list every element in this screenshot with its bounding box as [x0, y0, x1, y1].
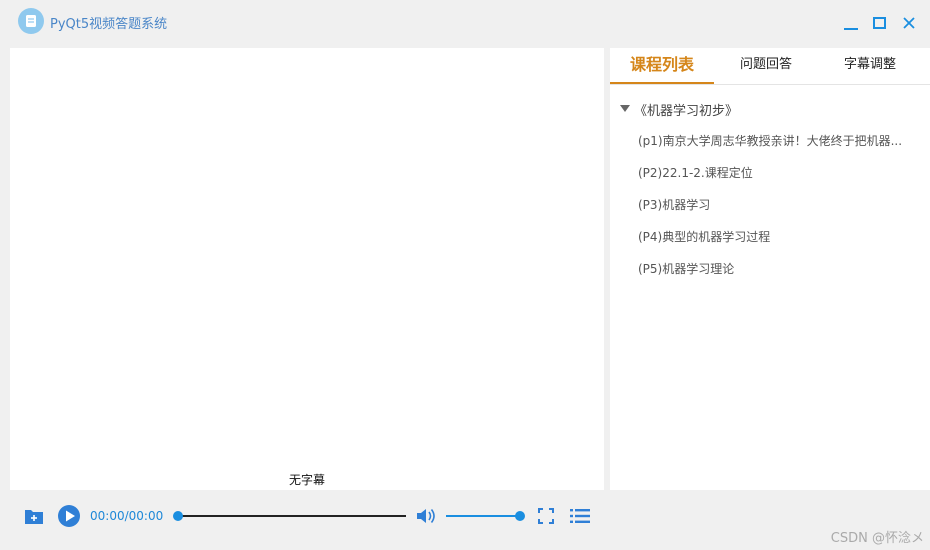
playlist-icon[interactable] — [570, 508, 590, 528]
player-controls: 00:00/00:00 CSDN @怀淰メ — [0, 492, 930, 550]
progress-bar[interactable] — [178, 515, 406, 517]
tree-expand-icon[interactable] — [620, 102, 630, 117]
play-icon[interactable] — [57, 504, 81, 532]
window-title: PyQt5视频答题系统 — [50, 17, 168, 32]
title-bar: PyQt5视频答题系统 — [0, 0, 930, 46]
app-logo-icon — [18, 8, 44, 34]
maximize-icon[interactable] — [869, 12, 891, 34]
course-tree-root[interactable]: 《机器学习初步》 — [620, 100, 738, 119]
episode-item[interactable]: (P4)典型的机器学习过程 — [638, 228, 903, 245]
time-display: 00:00/00:00 — [90, 509, 164, 523]
tab-subtitle-adjust[interactable]: 字幕调整 — [818, 48, 922, 82]
close-icon[interactable] — [898, 12, 920, 34]
episode-item[interactable]: (P3)机器学习 — [638, 196, 903, 213]
video-display[interactable]: 无字幕 — [10, 48, 604, 490]
volume-icon[interactable] — [415, 506, 437, 530]
folder-add-icon[interactable] — [24, 507, 44, 529]
volume-slider[interactable] — [446, 515, 520, 517]
episode-item[interactable]: (p1)南京大学周志华教授亲讲！大佬终于把机器... — [638, 132, 903, 149]
side-panel: 课程列表 问题回答 字幕调整 《机器学习初步》 (p1)南京大学周志华教授亲讲！… — [610, 48, 930, 490]
fullscreen-icon[interactable] — [538, 508, 554, 528]
tab-bar: 课程列表 问题回答 字幕调整 — [610, 48, 930, 85]
episode-item[interactable]: (P2)22.1-2.课程定位 — [638, 164, 903, 181]
progress-handle[interactable] — [173, 511, 183, 521]
tab-question-answer[interactable]: 问题回答 — [714, 48, 818, 82]
watermark-text: CSDN @怀淰メ — [830, 531, 924, 546]
subtitle-text: 无字幕 — [288, 473, 325, 487]
volume-handle[interactable] — [515, 511, 525, 521]
tab-course-list[interactable]: 课程列表 — [610, 48, 714, 84]
minimize-icon[interactable] — [840, 12, 862, 34]
course-title: 《机器学习初步》 — [634, 104, 739, 119]
episode-item[interactable]: (P5)机器学习理论 — [638, 260, 903, 277]
